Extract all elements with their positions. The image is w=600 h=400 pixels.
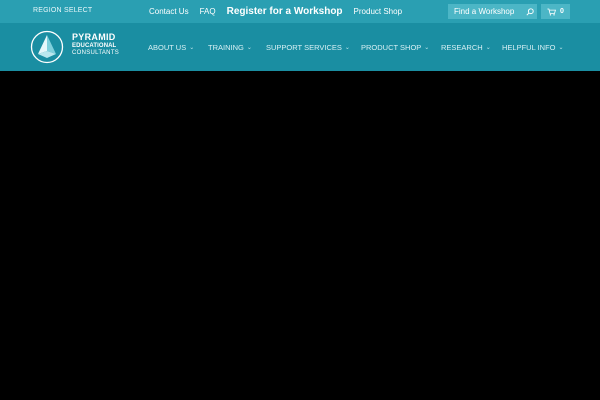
nav-training-label: TRAINING bbox=[208, 42, 244, 52]
brand-line-2: EDUCATIONAL bbox=[72, 43, 117, 49]
chevron-down-icon: ⌄ bbox=[189, 44, 195, 51]
main-navbar: PYRAMID EDUCATIONAL CONSULTANTS ABOUT US… bbox=[0, 23, 600, 71]
faq-link[interactable]: FAQ bbox=[200, 7, 216, 16]
nav-helpful-info[interactable]: HELPFUL INFO ⌄ bbox=[502, 42, 564, 52]
nav-product-shop[interactable]: PRODUCT SHOP ⌄ bbox=[361, 42, 429, 52]
register-workshop-link[interactable]: Register for a Workshop bbox=[227, 6, 343, 17]
nav-research-label: RESEARCH bbox=[441, 42, 483, 52]
hero-area bbox=[0, 71, 600, 400]
nav-helpful-info-label: HELPFUL INFO bbox=[502, 42, 556, 52]
brand-line-3: CONSULTANTS bbox=[72, 50, 120, 56]
brand-name[interactable]: PYRAMID EDUCATIONAL CONSULTANTS bbox=[72, 32, 120, 57]
contact-us-link[interactable]: Contact Us bbox=[149, 7, 189, 16]
chevron-down-icon: ⌄ bbox=[558, 44, 564, 51]
search-icon[interactable] bbox=[523, 7, 537, 16]
region-select-link[interactable]: REGION SELECT bbox=[33, 7, 92, 14]
nav-research[interactable]: RESEARCH ⌄ bbox=[441, 42, 491, 52]
cart-icon bbox=[547, 3, 557, 21]
chevron-down-icon: ⌄ bbox=[485, 44, 491, 51]
nav-support-services[interactable]: SUPPORT SERVICES ⌄ bbox=[266, 42, 350, 52]
pyramid-logo[interactable] bbox=[30, 30, 64, 64]
nav-about-us[interactable]: ABOUT US ⌄ bbox=[148, 42, 194, 52]
nav-product-shop-label: PRODUCT SHOP bbox=[361, 42, 422, 52]
cart-button[interactable]: 0 bbox=[541, 4, 570, 19]
top-utility-bar: REGION SELECT Contact Us FAQ Register fo… bbox=[0, 0, 600, 23]
cart-count: 0 bbox=[560, 8, 564, 15]
nav-support-services-label: SUPPORT SERVICES bbox=[266, 42, 342, 52]
find-workshop-label: Find a Workshop bbox=[454, 7, 515, 16]
chevron-down-icon: ⌄ bbox=[344, 44, 350, 51]
nav-about-us-label: ABOUT US bbox=[148, 42, 187, 52]
top-links: Contact Us FAQ Register for a Workshop P… bbox=[149, 0, 413, 23]
brand-line-1: PYRAMID bbox=[72, 32, 116, 42]
chevron-down-icon: ⌄ bbox=[424, 44, 430, 51]
find-workshop-search[interactable]: Find a Workshop bbox=[448, 4, 537, 19]
nav-training[interactable]: TRAINING ⌄ bbox=[208, 42, 252, 52]
product-shop-link[interactable]: Product Shop bbox=[354, 7, 402, 16]
chevron-down-icon: ⌄ bbox=[246, 44, 252, 51]
